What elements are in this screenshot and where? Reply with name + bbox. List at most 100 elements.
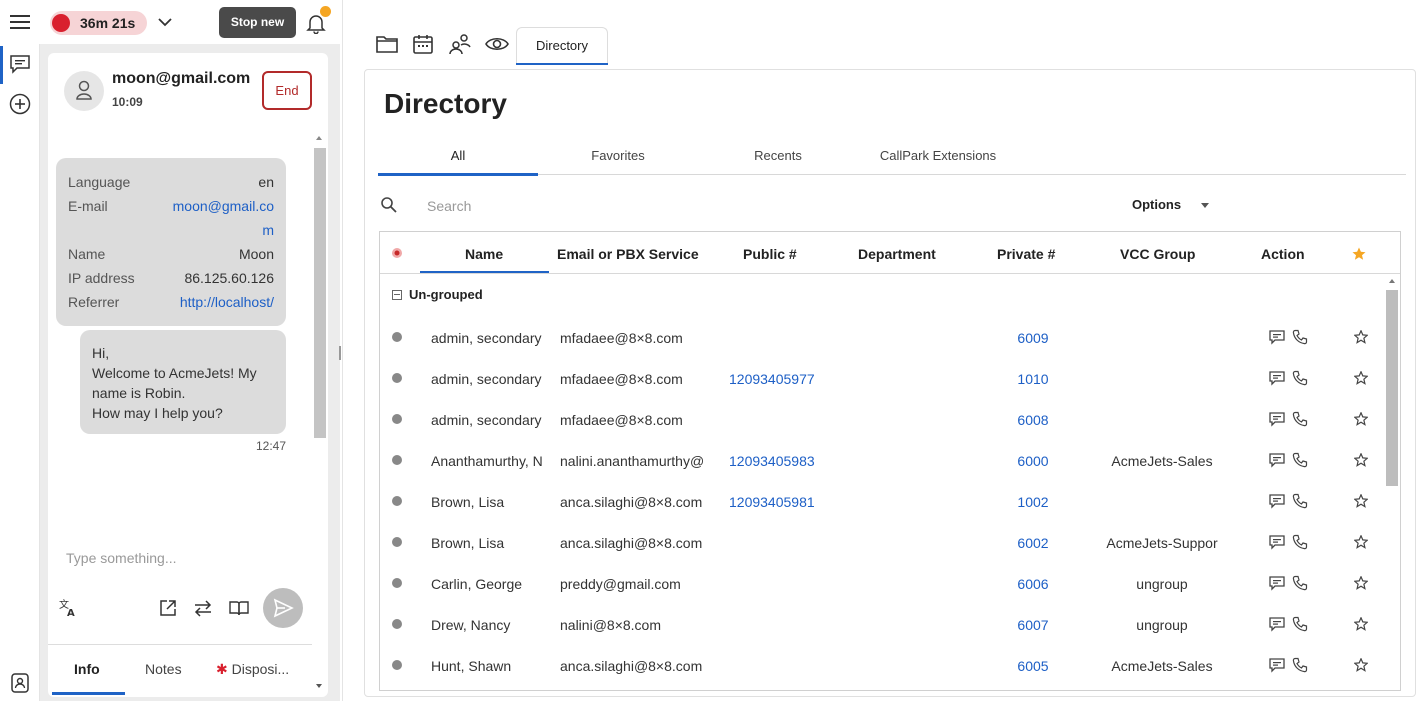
table-row[interactable]: Brown, Lisa anca.silaghi@8×8.com 120934059… [380, 491, 1380, 532]
presence-header-icon[interactable] [391, 247, 403, 259]
table-row[interactable]: Hunt, Shawn anca.silaghi@8×8.com 6005 AcmeJ… [380, 655, 1380, 690]
call-action-icon[interactable] [1292, 657, 1308, 673]
stop-new-button[interactable]: Stop new [219, 7, 296, 38]
vcc-group-cell: AcmeJets-Sales [1111, 658, 1213, 674]
scroll-up-arrow[interactable] [316, 136, 322, 140]
tab-directory[interactable]: Directory [516, 27, 608, 65]
private-number-link[interactable]: 6008 [980, 412, 1086, 428]
add-circle-icon[interactable] [9, 93, 31, 115]
private-number-link[interactable]: 1002 [980, 494, 1086, 510]
knowledge-book-icon[interactable] [229, 598, 249, 618]
table-scroll-thumb[interactable] [1386, 290, 1398, 486]
end-button[interactable]: End [262, 71, 312, 110]
calendar-icon[interactable] [411, 32, 435, 56]
favorite-star-icon[interactable] [1354, 535, 1370, 551]
table-row[interactable]: admin, secondary mfadaee@8×8.com 6008 [380, 409, 1380, 450]
chevron-down-icon[interactable] [157, 14, 173, 30]
subtab-favorites[interactable]: Favorites [538, 148, 698, 163]
eye-icon[interactable] [485, 32, 509, 56]
favorite-star-icon[interactable] [1354, 371, 1370, 387]
col-private[interactable]: Private # [997, 246, 1055, 262]
table-row[interactable]: admin, secondary mfadaee@8×8.com 6009 [380, 327, 1380, 368]
subtab-callpark[interactable]: CallPark Extensions [858, 148, 1018, 163]
chat-action-icon[interactable] [1269, 452, 1285, 468]
chat-action-icon[interactable] [1269, 370, 1285, 386]
call-action-icon[interactable] [1292, 493, 1308, 509]
public-number-link[interactable]: 12093405981 [729, 494, 815, 510]
call-action-icon[interactable] [1292, 411, 1308, 427]
favorite-star-icon[interactable] [1354, 658, 1370, 674]
email-link[interactable]: moon@gmail.co [173, 198, 274, 214]
contacts-book-icon[interactable] [9, 672, 31, 694]
chat-action-icon[interactable] [1269, 411, 1285, 427]
favorite-star-icon[interactable] [1354, 453, 1370, 469]
subtab-all[interactable]: All [378, 148, 538, 163]
search-icon[interactable] [380, 196, 398, 214]
col-name[interactable]: Name [465, 246, 503, 262]
tab-notes[interactable]: Notes [145, 661, 182, 677]
tab-info[interactable]: Info [74, 661, 100, 677]
private-number-link[interactable]: 6009 [980, 330, 1086, 346]
folder-icon[interactable] [375, 32, 399, 56]
table-row[interactable]: Carlin, George preddy@gmail.com 6006 ungrou… [380, 573, 1380, 614]
call-action-icon[interactable] [1292, 329, 1308, 345]
collapse-group-icon[interactable] [392, 290, 402, 300]
favorite-star-icon[interactable] [1354, 412, 1370, 428]
subtab-recents[interactable]: Recents [698, 148, 858, 163]
panel-resize-handle[interactable] [339, 346, 341, 360]
table-scroll-up-arrow[interactable] [1389, 279, 1395, 283]
directory-table: Name Email or PBX Service Public # Depar… [379, 231, 1401, 691]
table-row[interactable]: admin, secondary mfadaee@8×8.com 120934059… [380, 368, 1380, 409]
options-dropdown[interactable]: Options [1132, 197, 1181, 212]
private-number-link[interactable]: 1010 [980, 371, 1086, 387]
chat-scroll-thumb[interactable] [314, 148, 326, 438]
favorite-star-icon[interactable] [1354, 617, 1370, 633]
table-row[interactable]: Ananthamurthy, N nalini.ananthamurthy@ 120… [380, 450, 1380, 491]
search-input[interactable]: Search [427, 198, 471, 214]
favorite-header-star-icon[interactable] [1352, 247, 1366, 261]
message-input[interactable]: Type something... [66, 550, 177, 566]
favorite-star-icon[interactable] [1354, 576, 1370, 592]
chat-action-icon[interactable] [1269, 493, 1285, 509]
menu-icon[interactable] [10, 13, 30, 31]
call-action-icon[interactable] [1292, 616, 1308, 632]
transfer-icon[interactable] [193, 598, 213, 618]
public-number-link[interactable]: 12093405977 [729, 371, 815, 387]
table-row[interactable]: Drew, Nancy nalini@8×8.com 6007 ungroup [380, 614, 1380, 655]
vcc-group-cell: AcmeJets-Suppor [1106, 535, 1218, 551]
col-public[interactable]: Public # [743, 246, 797, 262]
chat-action-icon[interactable] [1269, 657, 1285, 673]
chat-action-icon[interactable] [1269, 534, 1285, 550]
col-action[interactable]: Action [1261, 246, 1305, 262]
chat-action-icon[interactable] [1269, 616, 1285, 632]
private-number-link[interactable]: 6006 [980, 576, 1086, 592]
private-number-link[interactable]: 6007 [980, 617, 1086, 633]
col-vcc-group[interactable]: VCC Group [1120, 246, 1195, 262]
public-number-link[interactable]: 12093405983 [729, 453, 815, 469]
scroll-down-arrow[interactable] [316, 684, 322, 688]
table-row[interactable]: Brown, Lisa anca.silaghi@8×8.com 6002 AcmeJ… [380, 532, 1380, 573]
col-email[interactable]: Email or PBX Service [557, 246, 699, 262]
chat-action-icon[interactable] [1269, 575, 1285, 591]
favorite-star-icon[interactable] [1354, 330, 1370, 346]
tab-disposition[interactable]: ✱ Disposi... [216, 661, 289, 678]
call-action-icon[interactable] [1292, 452, 1308, 468]
group-label[interactable]: Un-grouped [409, 287, 483, 302]
translate-icon[interactable]: 文A [58, 598, 78, 618]
private-number-link[interactable]: 6000 [980, 453, 1086, 469]
private-number-link[interactable]: 6005 [980, 658, 1086, 674]
chat-icon[interactable] [9, 53, 31, 75]
external-link-icon[interactable] [158, 598, 178, 618]
call-action-icon[interactable] [1292, 575, 1308, 591]
send-button[interactable] [263, 588, 303, 628]
call-action-icon[interactable] [1292, 370, 1308, 386]
chat-action-icon[interactable] [1269, 329, 1285, 345]
private-number-link[interactable]: 6002 [980, 535, 1086, 551]
favorite-star-icon[interactable] [1354, 494, 1370, 510]
team-icon[interactable] [448, 32, 472, 56]
caret-down-icon[interactable] [1201, 203, 1209, 208]
col-department[interactable]: Department [858, 246, 936, 262]
email-link-cont[interactable]: m [262, 222, 274, 238]
call-action-icon[interactable] [1292, 534, 1308, 550]
referrer-link[interactable]: http://localhost/ [180, 294, 274, 310]
